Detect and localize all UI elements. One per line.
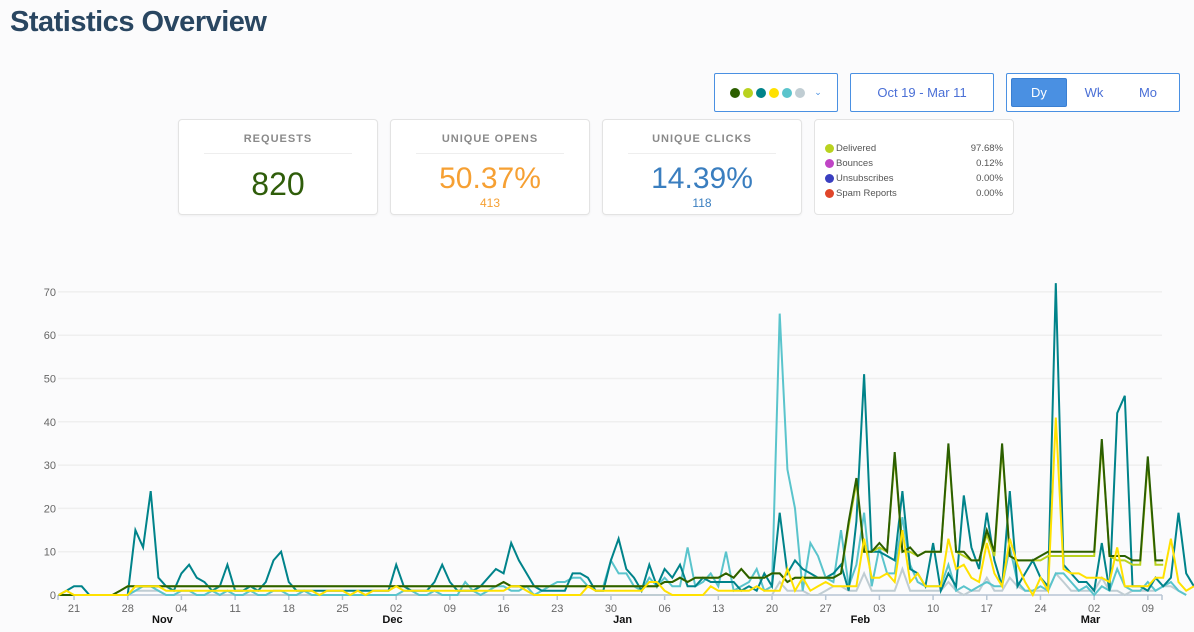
x-tick-label: 20 xyxy=(766,603,778,615)
legend-row-spam-reports: Spam Reports 0.00% xyxy=(825,186,1003,201)
x-month-label: Feb xyxy=(851,614,871,626)
legend-value: 97.68% xyxy=(970,143,1003,154)
x-tick-label: 03 xyxy=(873,603,885,615)
y-tick-label: 20 xyxy=(44,503,56,515)
unique-clicks-count: 118 xyxy=(692,196,712,210)
y-tick-label: 40 xyxy=(44,417,56,429)
x-tick-label: 23 xyxy=(551,603,563,615)
requests-label: REQUESTS xyxy=(204,133,352,154)
x-tick-label: 13 xyxy=(712,603,724,615)
series-line-unique-opens xyxy=(58,283,1194,596)
legend-row-delivered: Delivered 97.68% xyxy=(825,141,1003,156)
unique-clicks-rate: 14.39% xyxy=(651,162,753,195)
interval-toggle: Dy Wk Mo xyxy=(1006,73,1180,112)
x-tick-label: 27 xyxy=(820,603,832,615)
x-tick-label: 17 xyxy=(981,603,993,615)
x-tick-label: 18 xyxy=(283,603,295,615)
x-tick-label: 04 xyxy=(175,603,187,615)
legend-value: 0.00% xyxy=(976,173,1003,184)
series-color-dot-icon xyxy=(782,87,793,98)
x-tick-label: 10 xyxy=(927,603,939,615)
requests-value: 820 xyxy=(251,166,305,202)
y-tick-label: 70 xyxy=(44,287,56,299)
series-color-dot-icon xyxy=(743,87,754,98)
x-tick-label: 21 xyxy=(68,603,80,615)
legend-name: Delivered xyxy=(836,143,877,154)
legend-name: Bounces xyxy=(836,158,873,169)
unique-opens-rate: 50.37% xyxy=(439,162,541,195)
x-tick-label: 11 xyxy=(229,603,240,615)
x-month-label: Dec xyxy=(382,614,402,626)
y-tick-label: 60 xyxy=(44,330,56,342)
y-tick-label: 0 xyxy=(50,590,56,602)
interval-month-button[interactable]: Mo xyxy=(1121,78,1175,107)
unique-opens-label: UNIQUE OPENS xyxy=(416,133,564,154)
x-tick-label: 28 xyxy=(122,603,134,615)
unique-opens-card: UNIQUE OPENS 50.37% 413 xyxy=(390,119,590,215)
interval-day-button[interactable]: Dy xyxy=(1011,78,1067,107)
date-range-button[interactable]: Oct 19 - Mar 11 xyxy=(850,73,994,112)
x-month-label: Mar xyxy=(1081,614,1101,626)
spam-reports-dot-icon xyxy=(825,189,834,198)
statistics-line-chart: 01020304050607021 28 04 11 18 25 02 09 16 23 30 06 1… xyxy=(44,283,1194,626)
requests-card: REQUESTS 820 xyxy=(178,119,378,215)
delivery-legend-card: Delivered 97.68% Bounces 0.12% Unsubscri… xyxy=(814,119,1014,215)
series-color-dot-icon xyxy=(769,87,780,98)
legend-row-unsubscribes: Unsubscribes 0.00% xyxy=(825,171,1003,186)
page-title: Statistics Overview xyxy=(10,6,267,38)
unsubscribes-dot-icon xyxy=(825,174,834,183)
x-tick-label: 09 xyxy=(1142,603,1154,615)
x-tick-label: 24 xyxy=(1034,603,1046,615)
x-tick-label: 16 xyxy=(497,603,509,615)
y-tick-label: 30 xyxy=(44,460,56,472)
interval-week-button[interactable]: Wk xyxy=(1067,78,1121,107)
y-tick-label: 50 xyxy=(44,374,56,386)
delivered-dot-icon xyxy=(825,144,834,153)
legend-value: 0.00% xyxy=(976,188,1003,199)
y-tick-label: 10 xyxy=(44,547,56,559)
unique-clicks-label: UNIQUE CLICKS xyxy=(628,133,776,154)
chevron-down-icon: ⌄ xyxy=(814,87,822,97)
x-month-label: Nov xyxy=(152,614,174,626)
legend-value: 0.12% xyxy=(976,158,1003,169)
x-tick-label: 09 xyxy=(444,603,456,615)
series-color-dot-icon xyxy=(795,87,806,98)
series-color-dot-icon xyxy=(756,87,767,98)
legend-name: Spam Reports xyxy=(836,188,897,199)
x-tick-label: 25 xyxy=(336,603,348,615)
unique-clicks-card: UNIQUE CLICKS 14.39% 118 xyxy=(602,119,802,215)
legend-name: Unsubscribes xyxy=(836,173,894,184)
series-picker-dropdown[interactable]: ⌄ xyxy=(714,73,838,112)
x-month-label: Jan xyxy=(613,614,632,626)
bounces-dot-icon xyxy=(825,159,834,168)
x-tick-label: 06 xyxy=(659,603,671,615)
series-color-dot-icon xyxy=(730,87,741,98)
unique-opens-count: 413 xyxy=(479,196,501,210)
legend-row-bounces: Bounces 0.12% xyxy=(825,156,1003,171)
